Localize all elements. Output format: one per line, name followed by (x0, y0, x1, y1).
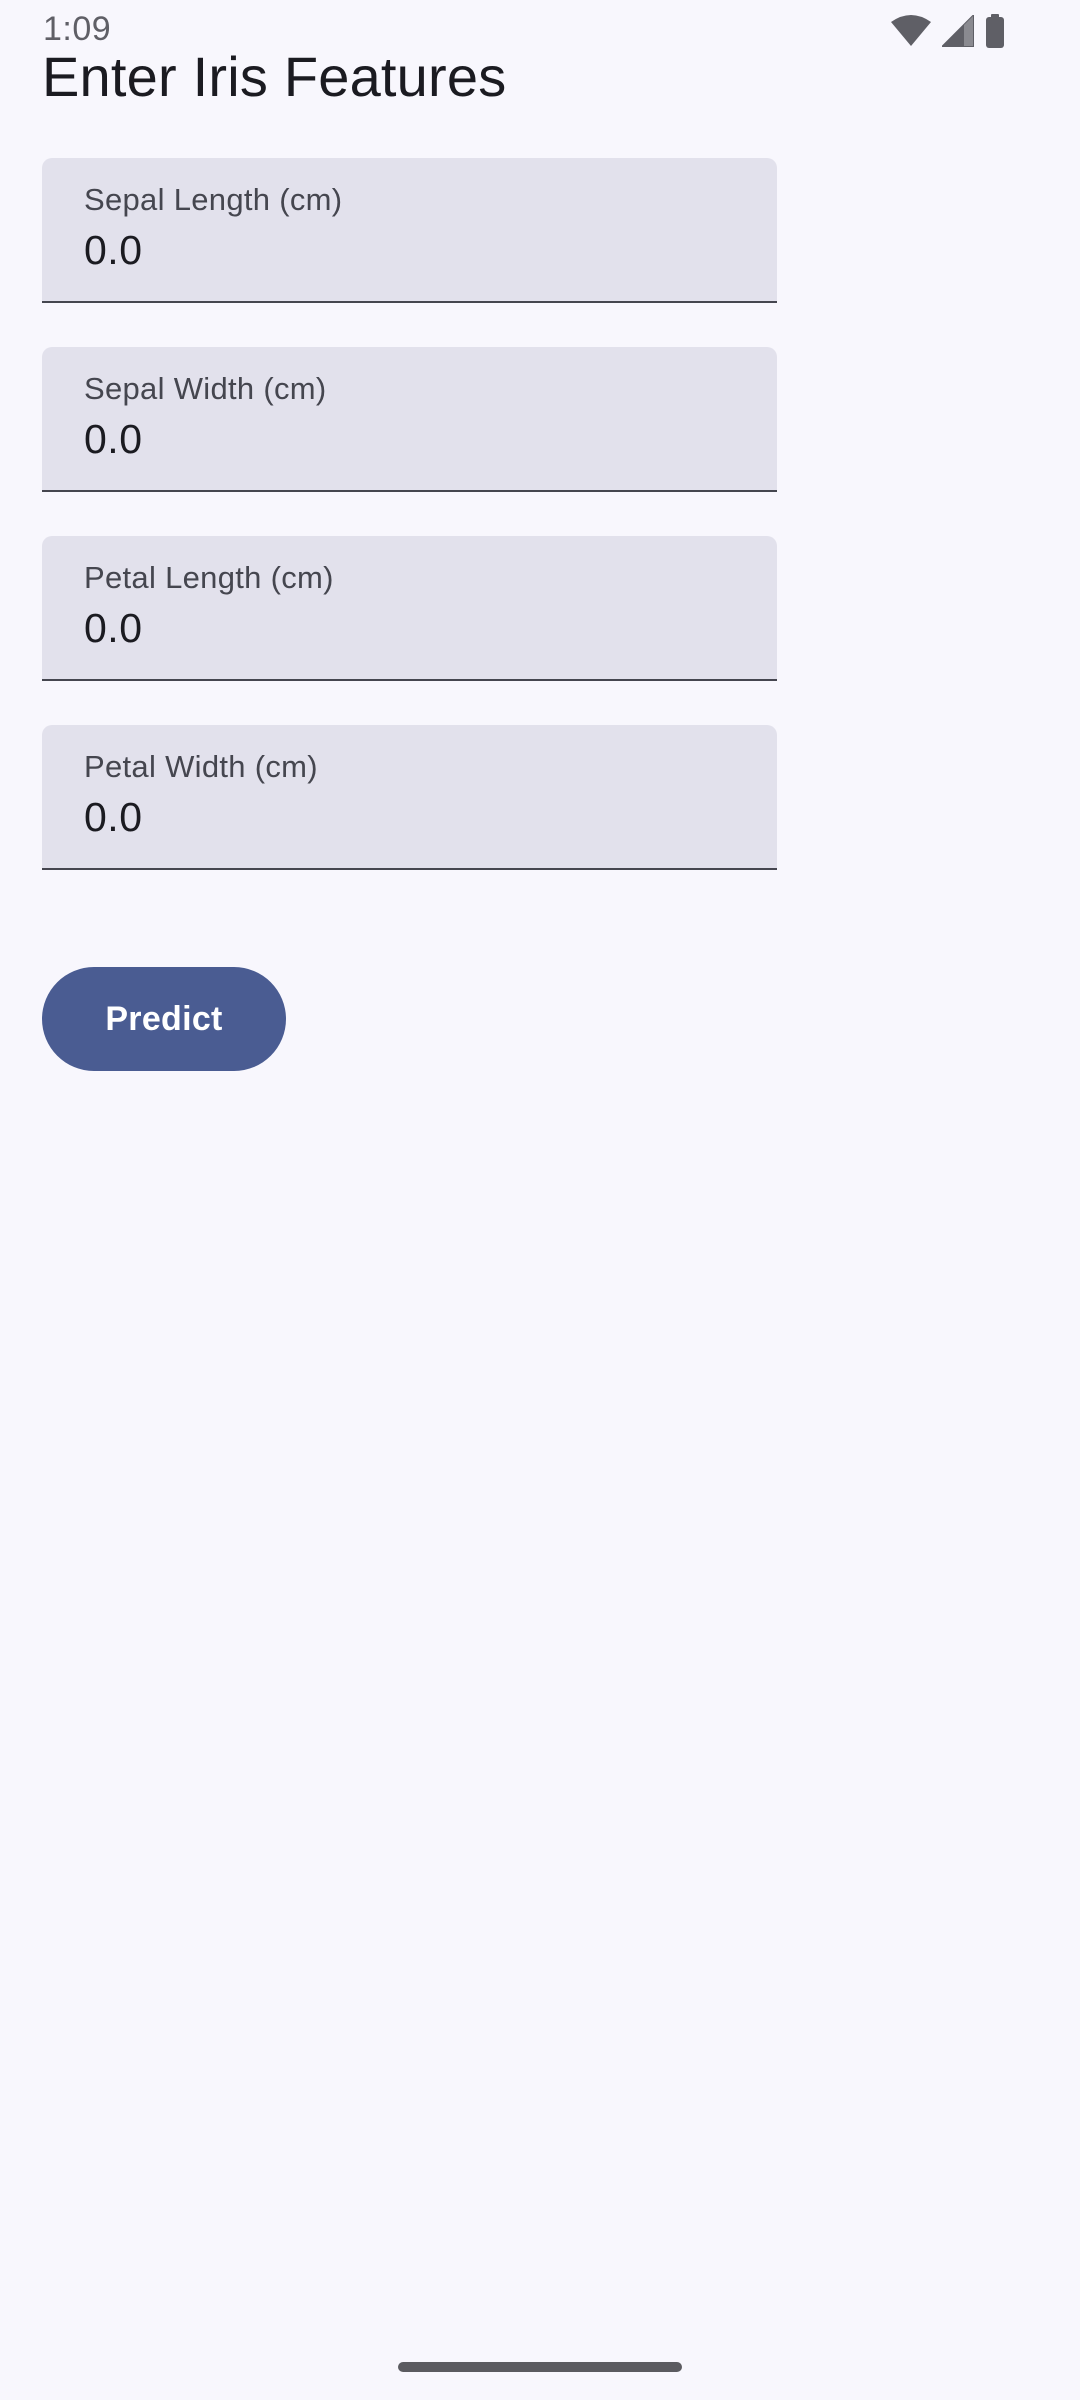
sepal-length-label: Sepal Length (cm) (84, 182, 343, 217)
gesture-nav-handle[interactable] (398, 2362, 682, 2372)
sepal-length-input[interactable] (84, 222, 724, 278)
petal-length-field[interactable]: Petal Length (cm) (42, 536, 777, 681)
battery-icon (984, 14, 1006, 48)
petal-width-label: Petal Width (cm) (84, 749, 318, 784)
status-icons (890, 14, 1006, 48)
wifi-icon (890, 15, 932, 47)
petal-length-input[interactable] (84, 600, 724, 656)
cellular-signal-icon (942, 15, 974, 47)
sepal-width-label: Sepal Width (cm) (84, 371, 327, 406)
petal-width-input[interactable] (84, 789, 724, 845)
sepal-width-input[interactable] (84, 411, 724, 467)
page-title: Enter Iris Features (42, 45, 507, 108)
sepal-width-field[interactable]: Sepal Width (cm) (42, 347, 777, 492)
petal-width-field[interactable]: Petal Width (cm) (42, 725, 777, 870)
sepal-length-field[interactable]: Sepal Length (cm) (42, 158, 777, 303)
predict-button[interactable]: Predict (42, 967, 286, 1071)
petal-length-label: Petal Length (cm) (84, 560, 334, 595)
